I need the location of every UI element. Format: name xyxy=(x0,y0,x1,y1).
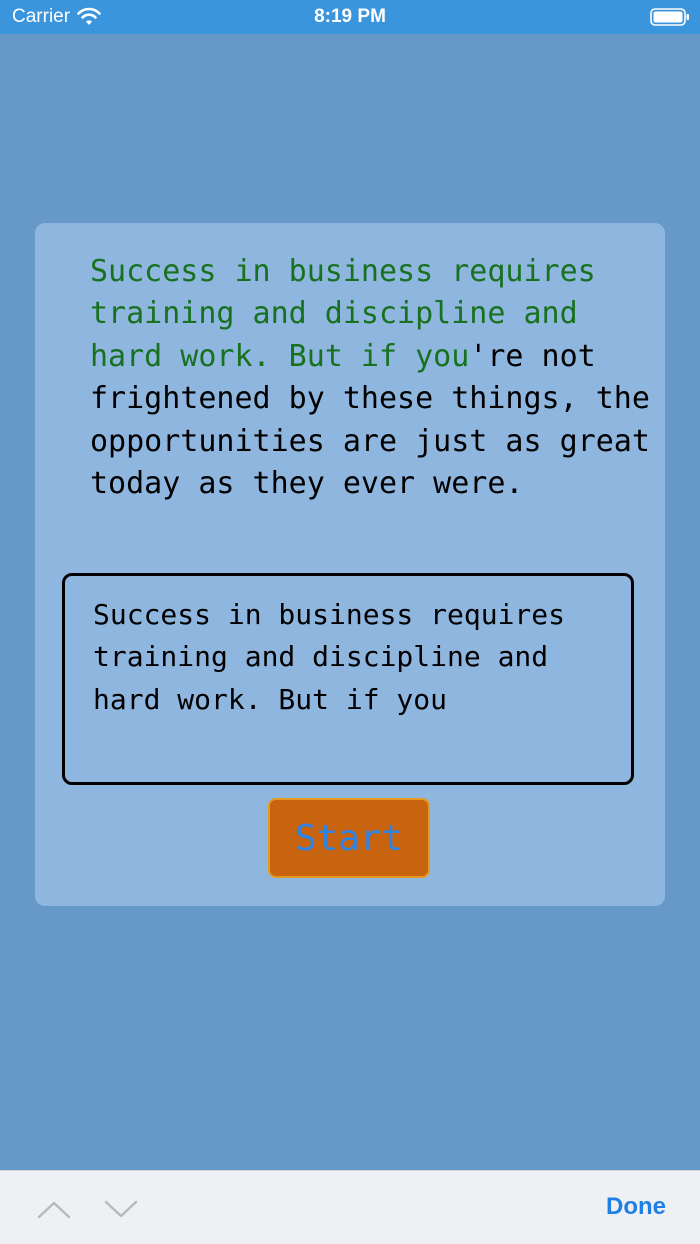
status-bar: Carrier 8:19 PM xyxy=(0,0,700,34)
typing-card: Success in business requires training an… xyxy=(35,223,665,906)
quote-text: Success in business requires training an… xyxy=(90,251,650,505)
typing-input-value: Success in business requires training an… xyxy=(93,598,582,716)
chevron-up-icon[interactable] xyxy=(36,1195,72,1223)
battery-icon xyxy=(650,8,689,26)
start-button[interactable]: Start xyxy=(268,798,430,878)
chevron-down-icon[interactable] xyxy=(103,1195,139,1223)
typing-input[interactable]: Success in business requires training an… xyxy=(62,573,634,785)
done-button[interactable]: Done xyxy=(606,1193,666,1221)
keyboard-accessory-bar: Done xyxy=(0,1170,700,1244)
status-time: 8:19 PM xyxy=(314,6,386,27)
